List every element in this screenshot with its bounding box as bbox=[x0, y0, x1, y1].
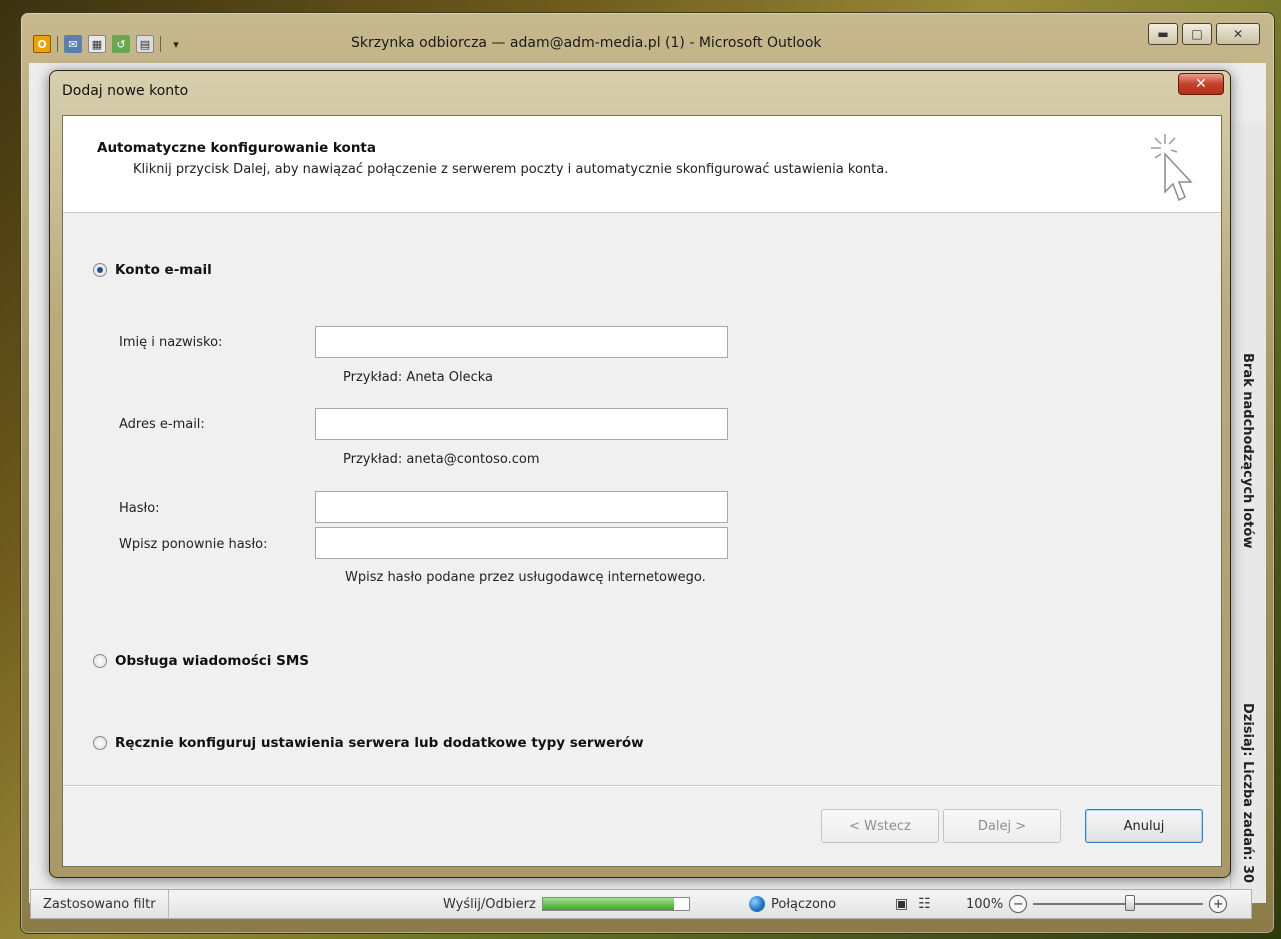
reply-icon[interactable]: ↺ bbox=[112, 35, 130, 53]
email-input[interactable] bbox=[315, 408, 728, 440]
password-hint: Wpisz hasło podane przez usługodawcę int… bbox=[345, 570, 706, 585]
filter-status[interactable]: Zastosowano filtr bbox=[31, 890, 169, 918]
window-controls: ▬ □ ✕ bbox=[1148, 23, 1260, 45]
print-icon[interactable]: ▤ bbox=[136, 35, 154, 53]
outlook-app-icon[interactable]: O bbox=[33, 35, 51, 53]
name-hint: Przykład: Aneta Olecka bbox=[343, 370, 494, 385]
name-label: Imię i nazwisko: bbox=[119, 335, 223, 350]
cancel-button[interactable]: Anuluj bbox=[1085, 809, 1203, 843]
outlook-titlebar: O ✉ ▦ ↺ ▤ ▾ Skrzynka odbiorcza — adam@ad… bbox=[21, 13, 1274, 63]
zoom-slider[interactable] bbox=[1033, 895, 1204, 911]
radio-email-account[interactable] bbox=[93, 263, 107, 277]
send-receive-label: Wyślij/Odbierz bbox=[443, 896, 536, 912]
minimize-icon: ▬ bbox=[1157, 27, 1169, 41]
wizard-cursor-icon bbox=[1151, 134, 1193, 202]
new-item-icon[interactable]: ▦ bbox=[88, 35, 106, 53]
dialog-title: Dodaj nowe konto bbox=[62, 83, 189, 99]
option-email-account-label: Konto e-mail bbox=[115, 262, 212, 278]
close-icon: ✕ bbox=[1195, 76, 1207, 92]
header-title: Automatyczne konfigurowanie konta bbox=[97, 140, 376, 156]
progress-fill bbox=[542, 898, 675, 910]
next-button[interactable]: Dalej > bbox=[943, 809, 1061, 843]
zoom-label: 100% bbox=[966, 896, 1004, 912]
option-sms-label: Obsługa wiadomości SMS bbox=[115, 653, 310, 669]
add-account-dialog: Dodaj nowe konto ✕ Automatyczne konfigur… bbox=[49, 70, 1231, 878]
zoom-control: 100% − + bbox=[966, 895, 1228, 913]
radio-manual[interactable] bbox=[93, 736, 107, 750]
close-icon: ✕ bbox=[1232, 27, 1244, 41]
normal-view-icon[interactable]: ▣ bbox=[895, 896, 908, 912]
zoom-in-button[interactable]: + bbox=[1209, 895, 1228, 913]
status-bar: Zastosowano filtr Wyślij/Odbierz Połączo… bbox=[30, 889, 1252, 919]
email-hint: Przykład: aneta@contoso.com bbox=[343, 452, 540, 467]
maximize-button[interactable]: □ bbox=[1182, 23, 1212, 45]
email-label: Adres e-mail: bbox=[119, 417, 205, 432]
send-receive-progress bbox=[541, 897, 690, 911]
window-title: Skrzynka odbiorcza — adam@adm-media.pl (… bbox=[351, 35, 822, 51]
connection-label: Połączono bbox=[771, 896, 837, 912]
connection-status[interactable]: Połączono bbox=[749, 896, 836, 912]
customize-toolbar-icon[interactable]: ▾ bbox=[167, 35, 185, 53]
toolbar-separator bbox=[160, 36, 161, 52]
minimize-button[interactable]: ▬ bbox=[1148, 23, 1178, 45]
zoom-out-button[interactable]: − bbox=[1009, 895, 1028, 913]
footer-divider bbox=[63, 785, 1221, 786]
password-confirm-input[interactable] bbox=[315, 527, 728, 559]
option-email-account[interactable]: Konto e-mail bbox=[93, 262, 212, 278]
password-input[interactable] bbox=[315, 491, 728, 523]
to-do-bar-appointments: Brak nadchodzących lotów bbox=[1240, 353, 1255, 549]
toolbar-separator bbox=[57, 36, 58, 52]
option-manual-label: Ręcznie konfiguruj ustawienia serwera lu… bbox=[115, 735, 644, 751]
dialog-close-button[interactable]: ✕ bbox=[1178, 73, 1224, 95]
maximize-icon: □ bbox=[1191, 27, 1203, 41]
to-do-bar: Brak nadchodzących lotów Dzisiaj: Liczba… bbox=[1230, 123, 1266, 903]
send-receive-status[interactable]: Wyślij/Odbierz bbox=[443, 897, 690, 912]
option-manual[interactable]: Ręcznie konfiguruj ustawienia serwera lu… bbox=[93, 735, 644, 751]
header-subtitle: Kliknij przycisk Dalej, aby nawiązać poł… bbox=[133, 162, 889, 177]
password-confirm-label: Wpisz ponownie hasło: bbox=[119, 537, 268, 552]
globe-icon bbox=[749, 896, 765, 912]
name-input[interactable] bbox=[315, 326, 728, 358]
view-switcher: ▣ ☷ bbox=[895, 896, 931, 912]
quick-access-toolbar: O ✉ ▦ ↺ ▤ ▾ bbox=[33, 35, 185, 53]
radio-sms[interactable] bbox=[93, 654, 107, 668]
zoom-slider-thumb[interactable] bbox=[1125, 895, 1136, 911]
back-button[interactable]: < Wstecz bbox=[821, 809, 939, 843]
send-receive-icon[interactable]: ✉ bbox=[64, 35, 82, 53]
reading-view-icon[interactable]: ☷ bbox=[918, 896, 931, 912]
password-label: Hasło: bbox=[119, 501, 160, 516]
dialog-body: Automatyczne konfigurowanie konta Klikni… bbox=[62, 115, 1222, 867]
option-sms[interactable]: Obsługa wiadomości SMS bbox=[93, 653, 309, 669]
dialog-header: Automatyczne konfigurowanie konta Klikni… bbox=[63, 116, 1221, 213]
to-do-bar-tasks: Dzisiaj: Liczba zadań: 30 bbox=[1240, 703, 1255, 884]
close-window-button[interactable]: ✕ bbox=[1216, 23, 1260, 45]
